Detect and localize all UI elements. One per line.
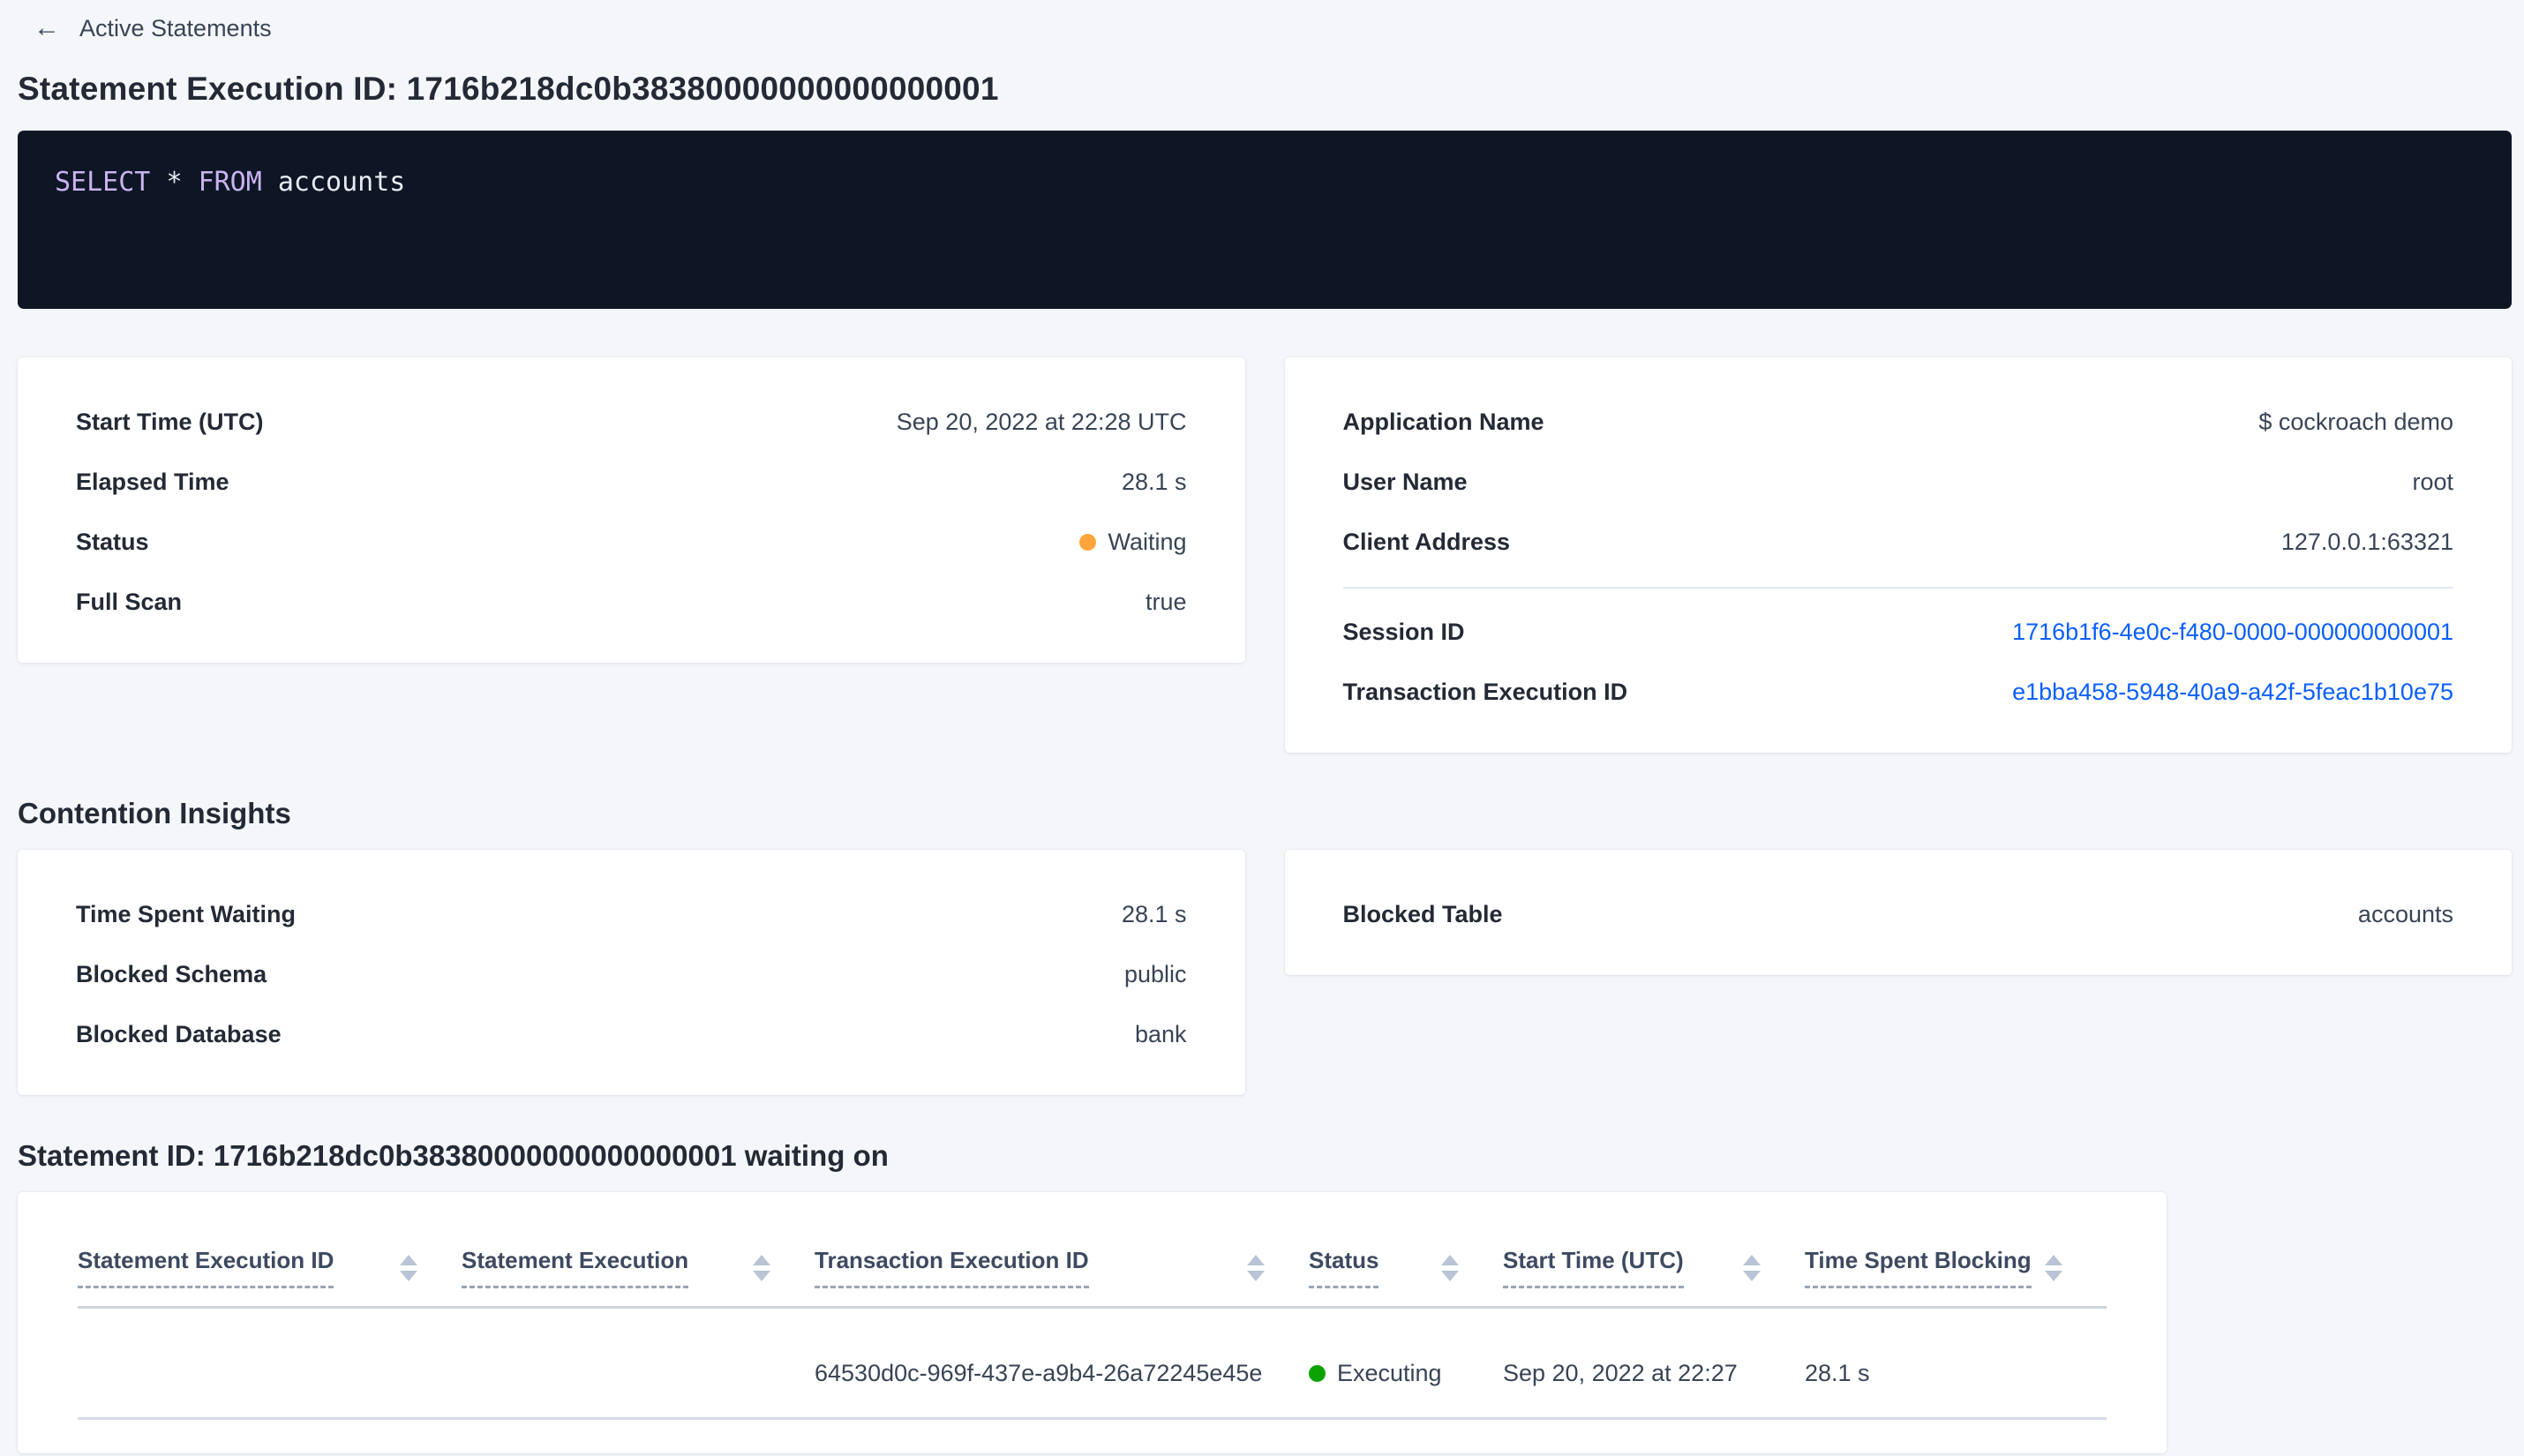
sort-icon[interactable] [753, 1254, 770, 1281]
row-label: Status [76, 529, 149, 555]
sql-keyword: SELECT [55, 167, 167, 198]
back-link[interactable]: ← Active Statements [18, 11, 2512, 46]
row-elapsed-time: Elapsed Time 28.1 s [76, 467, 1187, 497]
sort-icon[interactable] [1247, 1254, 1265, 1281]
col-start-time[interactable]: Start Time (UTC) [1503, 1192, 1805, 1309]
blocked-table-card: Blocked Table accounts [1284, 850, 2512, 975]
waiting-dot-icon [1079, 533, 1097, 551]
back-arrow-icon: ← [34, 13, 60, 42]
cell-transaction-execution-id: 64530d0c-969f-437e-a9b4-26a72245e45e [815, 1307, 1309, 1420]
table-header-row: Statement Execution ID Statement Executi… [78, 1192, 2107, 1309]
sort-icon[interactable] [1743, 1254, 1761, 1281]
row-label: Start Time (UTC) [76, 409, 264, 435]
column-label: Statement Execution [462, 1247, 689, 1288]
column-label: Time Spent Blocking [1805, 1247, 2032, 1288]
row-start-time: Start Time (UTC) Sep 20, 2022 at 22:28 U… [76, 407, 1187, 437]
column-label: Transaction Execution ID [815, 1247, 1089, 1288]
row-label: Blocked Table [1342, 901, 1503, 927]
session-id-link[interactable]: 1716b1f6-4e0c-f480-0000-000000000001 [2012, 617, 2453, 647]
row-blocked-table: Blocked Table accounts [1343, 899, 2454, 929]
page: ← Active Statements Statement Execution … [0, 0, 2524, 1453]
sql-keyword: FROM [198, 167, 278, 198]
sort-icon[interactable] [400, 1254, 417, 1281]
page-title: Statement Execution ID: 1716b218dc0b3838… [18, 71, 999, 107]
row-value: 28.1 s [1121, 901, 1187, 927]
row-label: Blocked Database [76, 1021, 282, 1047]
sql-operator: * [166, 167, 199, 198]
row-full-scan: Full Scan true [76, 587, 1187, 617]
contention-insights-heading: Contention Insights [18, 797, 291, 829]
sql-identifier: accounts [277, 167, 406, 198]
column-label: Status [1309, 1247, 1379, 1288]
row-value: Sep 20, 2022 at 22:28 UTC [896, 409, 1187, 435]
cell-start-time: Sep 20, 2022 at 22:27 [1503, 1307, 1805, 1420]
col-statement-execution[interactable]: Statement Execution [462, 1192, 815, 1309]
row-value: 28.1 s [1121, 469, 1187, 495]
row-value: accounts [2357, 901, 2453, 927]
cell-statement-execution-id [78, 1307, 462, 1420]
row-time-spent-waiting: Time Spent Waiting 28.1 s [76, 899, 1187, 929]
waiting-on-heading: Statement ID: 1716b218dc0b38380000000000… [18, 1139, 889, 1172]
row-application-name: Application Name $ cockroach demo [1343, 407, 2454, 437]
row-label: User Name [1342, 469, 1468, 495]
row-label: Elapsed Time [76, 469, 229, 495]
top-cards: Start Time (UTC) Sep 20, 2022 at 22:28 U… [18, 357, 2512, 753]
col-statement-execution-id[interactable]: Statement Execution ID [78, 1192, 462, 1309]
row-user-name: User Name root [1343, 467, 2454, 497]
executing-dot-icon [1309, 1365, 1326, 1382]
sort-icon[interactable] [1441, 1254, 1459, 1281]
cell-statement-execution [462, 1307, 815, 1420]
row-session-id: Session ID 1716b1f6-4e0c-f480-0000-00000… [1343, 617, 2454, 647]
row-blocked-schema: Blocked Schema public [76, 959, 1187, 989]
waiting-statements-table-card: Statement Execution ID Statement Executi… [18, 1192, 2167, 1453]
row-client-address: Client Address 127.0.0.1:63321 [1343, 527, 2454, 557]
column-label: Start Time (UTC) [1503, 1247, 1684, 1288]
row-label: Session ID [1342, 619, 1465, 645]
row-status: Status Waiting [76, 527, 1187, 557]
row-label: Blocked Schema [76, 961, 267, 987]
row-value: 127.0.0.1:63321 [2280, 529, 2453, 555]
col-status[interactable]: Status [1309, 1192, 1503, 1309]
card-divider [1342, 587, 2453, 589]
row-value: bank [1134, 1021, 1187, 1047]
sql-box: SELECT * FROM accounts [18, 131, 2512, 309]
column-label: Statement Execution ID [78, 1247, 334, 1288]
back-link-label: Active Statements [79, 14, 272, 41]
waiting-statements-table: Statement Execution ID Statement Executi… [78, 1192, 2107, 1420]
col-time-spent-blocking[interactable]: Time Spent Blocking [1805, 1192, 2107, 1309]
contention-card: Time Spent Waiting 28.1 s Blocked Schema… [18, 850, 1245, 1095]
session-card: Application Name $ cockroach demo User N… [1284, 357, 2512, 753]
cell-time-spent-blocking: 28.1 s [1805, 1307, 2107, 1420]
sql-statement: SELECT * FROM accounts [55, 167, 405, 198]
status-text: Waiting [1108, 529, 1187, 555]
row-label: Transaction Execution ID [1342, 679, 1628, 705]
row-value: root [2412, 469, 2453, 495]
col-transaction-execution-id[interactable]: Transaction Execution ID [815, 1192, 1309, 1309]
row-label: Application Name [1342, 409, 1544, 435]
overview-card: Start Time (UTC) Sep 20, 2022 at 22:28 U… [18, 357, 1245, 663]
row-value: $ cockroach demo [2258, 409, 2453, 435]
row-value: public [1123, 961, 1187, 987]
row-blocked-database: Blocked Database bank [76, 1019, 1187, 1049]
row-value: true [1145, 589, 1187, 615]
row-label: Time Spent Waiting [76, 901, 297, 927]
row-label: Full Scan [76, 589, 183, 615]
status-badge: Waiting [1079, 527, 1187, 557]
sort-icon[interactable] [2045, 1254, 2062, 1281]
cell-status: Executing [1309, 1307, 1503, 1420]
row-label: Client Address [1342, 529, 1511, 555]
status-text: Executing [1337, 1360, 1442, 1386]
table-row: 64530d0c-969f-437e-a9b4-26a72245e45e Exe… [78, 1307, 2107, 1420]
row-transaction-execution-id: Transaction Execution ID e1bba458-5948-4… [1343, 677, 2454, 707]
contention-cards: Time Spent Waiting 28.1 s Blocked Schema… [18, 850, 2512, 1095]
transaction-execution-id-link[interactable]: e1bba458-5948-40a9-a42f-5feac1b10e75 [2012, 677, 2453, 707]
